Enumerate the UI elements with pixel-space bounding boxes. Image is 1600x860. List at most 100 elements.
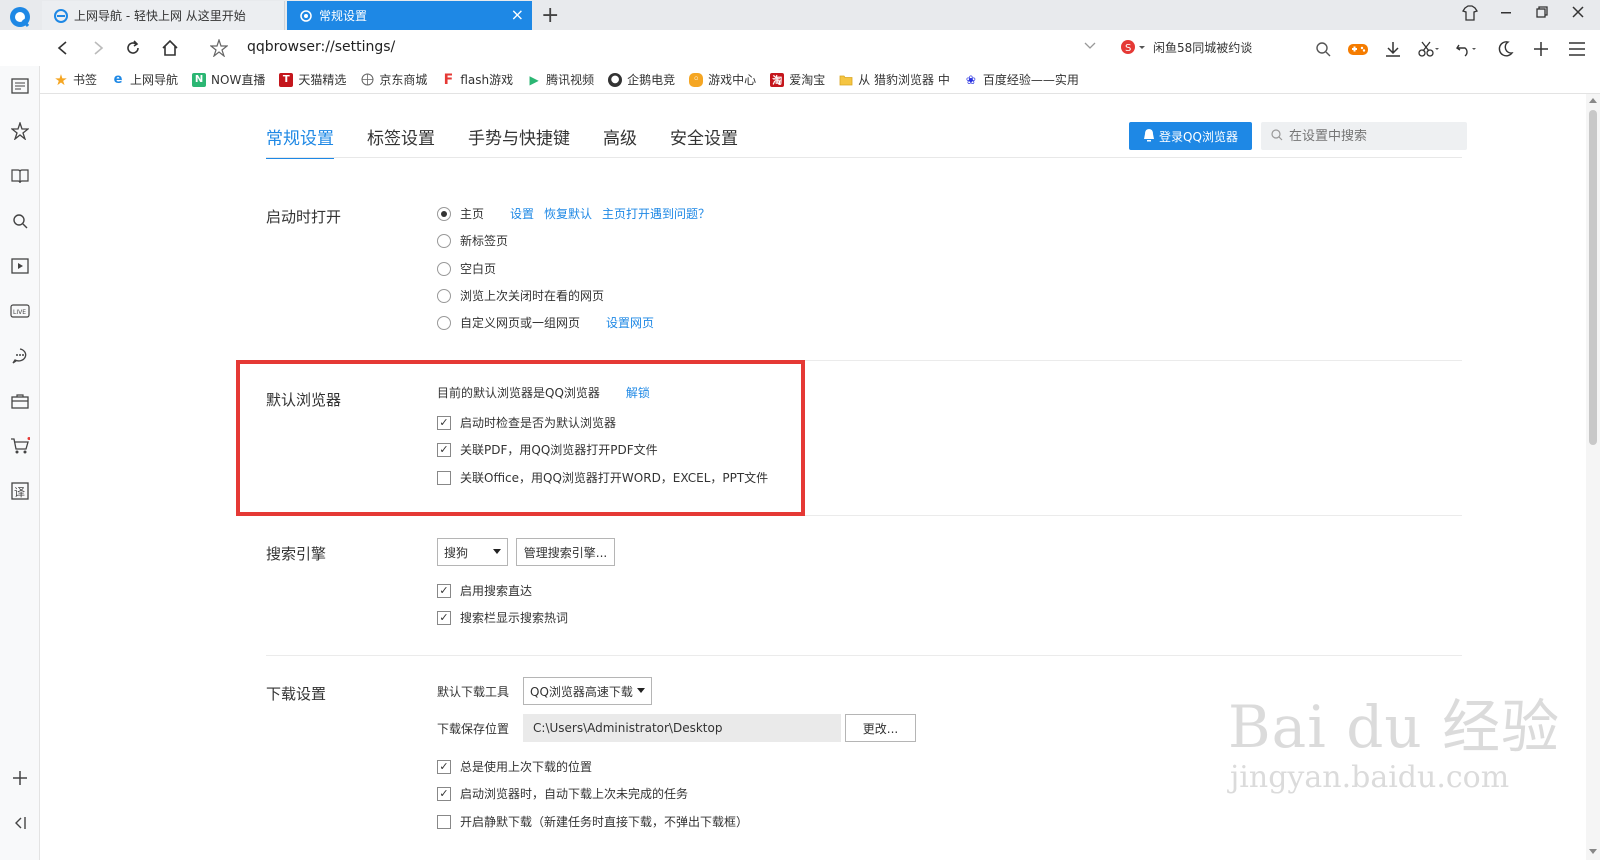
bookmark-item[interactable]: 从 猎豹浏览器 中 [839, 71, 950, 88]
bookmark-item[interactable]: e 上网导航 [111, 71, 178, 88]
url-text[interactable]: qqbrowser://settings/ [247, 39, 395, 55]
close-icon[interactable]: × [511, 7, 524, 23]
live-icon[interactable]: LIVE [9, 300, 31, 322]
startup-option-homepage[interactable]: 主页 设置 恢复默认 主页打开遇到问题？ [437, 205, 710, 222]
tab-security[interactable]: 安全设置 [670, 124, 738, 159]
download-path-field[interactable]: C:\Users\Administrator\Desktop [523, 714, 842, 742]
settings-search[interactable] [1261, 122, 1467, 150]
chat-icon[interactable] [9, 345, 31, 367]
manage-search-engines-button[interactable]: 管理搜索引擎... [516, 538, 615, 566]
bookmark-item[interactable]: ● 企鹅电竞 [608, 71, 675, 88]
sogou-search-engine-icon[interactable]: S [1120, 38, 1146, 56]
new-tab-button[interactable]: + [541, 3, 559, 28]
bookmark-item[interactable]: 京东商城 [360, 71, 427, 88]
scissors-icon[interactable] [1418, 38, 1440, 60]
restore-default-link[interactable]: 恢复默认 [544, 205, 592, 222]
bookmark-item[interactable]: N NOW直播 [192, 71, 265, 88]
news-icon[interactable] [9, 75, 31, 97]
checkbox-auto-resume[interactable]: ✓ 启动浏览器时，自动下载上次未完成的任务 [437, 785, 688, 802]
tshirt-skin-icon[interactable] [1461, 5, 1479, 25]
checkbox-checked[interactable]: ✓ [437, 759, 451, 774]
back-arrow-icon[interactable] [52, 37, 74, 59]
collapse-sidebar-icon[interactable] [9, 812, 31, 834]
bookmark-item[interactable]: Fflash游戏 [441, 71, 514, 88]
qq-browser-logo-icon[interactable] [6, 4, 34, 30]
checkbox-checked[interactable]: ✓ [437, 610, 451, 625]
video-icon[interactable] [9, 255, 31, 277]
moon-night-mode-icon[interactable] [1494, 38, 1516, 60]
book-icon[interactable] [9, 165, 31, 187]
tab-tab-settings[interactable]: 标签设置 [367, 124, 435, 159]
qq-penguin-icon [1143, 128, 1155, 145]
checkbox-unchecked[interactable] [437, 814, 451, 829]
tab-navigation[interactable]: 上网导航 - 轻快上网 从这里开始 [42, 1, 285, 30]
startup-option-custom[interactable]: 自定义网页或一组网页 设置网页 [437, 314, 654, 331]
search-hint[interactable]: 闲鱼58同城被约谈 [1153, 39, 1252, 56]
bookmark-bar: ★ 书签 e 上网导航 N NOW直播 T 天猫精选 京东商城 Fflash游戏 ▶ 腾讯… [40, 66, 1600, 94]
bookmark-item[interactable]: ★ 书签 [54, 71, 97, 89]
scroll-down-arrow-icon[interactable] [1589, 849, 1597, 854]
cart-icon[interactable] [9, 435, 31, 457]
translate-icon[interactable]: 译 [9, 480, 31, 502]
folder-icon [839, 73, 853, 87]
set-pages-link[interactable]: 设置网页 [606, 314, 654, 331]
bookmark-item[interactable]: ◦ 游戏中心 [689, 71, 756, 88]
add-icon[interactable] [9, 767, 31, 789]
startup-option-blank[interactable]: 空白页 [437, 260, 496, 277]
settings-search-input[interactable] [1289, 128, 1459, 144]
refresh-icon[interactable] [122, 37, 144, 59]
checkbox-last-location[interactable]: ✓ 总是使用上次下载的位置 [437, 758, 592, 775]
radio-button[interactable] [437, 233, 451, 248]
svg-text:译: 译 [14, 486, 25, 499]
briefcase-icon[interactable] [9, 390, 31, 412]
radio-button[interactable] [437, 288, 451, 303]
login-button[interactable]: 登录QQ浏览器 [1129, 122, 1252, 150]
game-icon: ◦ [689, 72, 704, 87]
download-icon[interactable] [1382, 38, 1404, 60]
checkbox-silent-download[interactable]: 开启静默下载（新建任务时直接下载，不弹出下载框） [437, 813, 748, 830]
star-bookmark-icon[interactable] [208, 37, 230, 59]
address-bar: qqbrowser://settings/ S 闲鱼58同城被约谈 [0, 30, 1600, 66]
settings-page: 常规设置 标签设置 手势与快捷键 高级 安全设置 登录QQ浏览器 启动时打开 主… [40, 94, 1585, 860]
scrollbar[interactable] [1586, 94, 1600, 860]
tab-gestures-shortcuts[interactable]: 手势与快捷键 [468, 124, 570, 159]
restore-icon[interactable] [1535, 5, 1549, 23]
section-title-search-engine: 搜索引擎 [266, 545, 327, 563]
window-close-icon[interactable] [1571, 5, 1585, 23]
download-tool-select[interactable]: QQ浏览器高速下载 [523, 677, 653, 705]
gamepad-icon[interactable] [1347, 38, 1369, 60]
menu-icon[interactable] [1566, 38, 1588, 60]
search-engine-controls: 搜狗 管理搜索引擎... [437, 538, 615, 566]
tab-advanced[interactable]: 高级 [603, 124, 637, 159]
checkbox-checked[interactable]: ✓ [437, 786, 451, 801]
homepage-problem-link[interactable]: 主页打开遇到问题？ [602, 205, 710, 222]
startup-option-new-tab[interactable]: 新标签页 [437, 232, 508, 249]
radio-button[interactable] [437, 315, 451, 330]
set-homepage-link[interactable]: 设置 [510, 205, 534, 222]
checkbox-hot-words[interactable]: ✓ 搜索栏显示搜索热词 [437, 609, 568, 626]
bookmark-item[interactable]: ▶ 腾讯视频 [527, 71, 595, 88]
tab-settings[interactable]: 常规设置 × [287, 1, 532, 30]
minimize-icon[interactable] [1499, 5, 1513, 23]
scroll-up-arrow-icon[interactable] [1589, 98, 1597, 103]
tab-general-settings[interactable]: 常规设置 [266, 124, 334, 159]
change-path-button[interactable]: 更改... [845, 714, 917, 742]
bookmark-item[interactable]: ❀ 百度经验——实用 [964, 71, 1079, 88]
radio-button[interactable] [437, 261, 451, 276]
checkbox-checked[interactable]: ✓ [437, 583, 451, 598]
search-icon[interactable] [1312, 38, 1334, 60]
search-icon[interactable] [9, 210, 31, 232]
undo-icon[interactable] [1455, 38, 1477, 60]
bookmark-item[interactable]: T 天猫精选 [279, 71, 346, 88]
checkbox-search-direct[interactable]: ✓ 启用搜索直达 [437, 582, 532, 599]
scrollbar-thumb[interactable] [1589, 110, 1597, 445]
search-engine-select[interactable]: 搜狗 [437, 538, 508, 566]
chevron-down-icon[interactable] [1084, 40, 1096, 54]
radio-button[interactable] [437, 206, 451, 221]
plus-icon[interactable] [1530, 38, 1552, 60]
startup-option-last-session[interactable]: 浏览上次关闭时在看的网页 [437, 287, 604, 304]
bookmark-item[interactable]: 淘爱淘宝 [770, 71, 825, 88]
home-icon[interactable] [159, 37, 181, 59]
forward-arrow-icon[interactable] [87, 37, 109, 59]
star-icon[interactable] [9, 120, 31, 142]
